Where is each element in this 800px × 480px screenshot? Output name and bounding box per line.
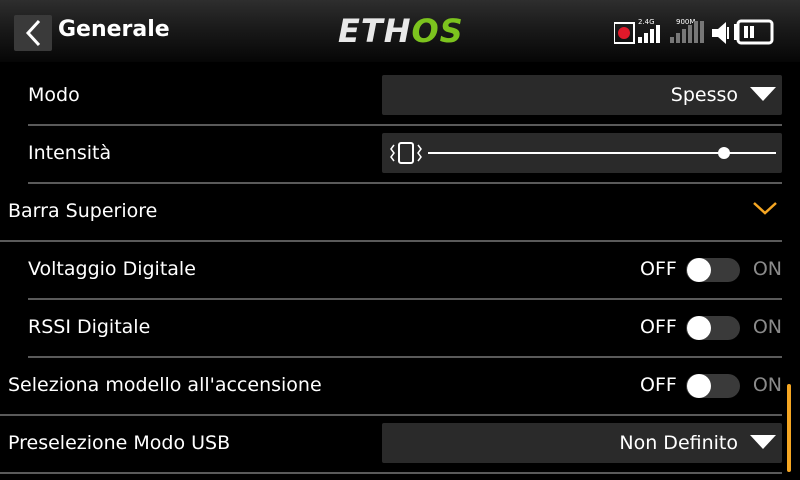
ethos-logo: ETHOS xyxy=(338,12,464,50)
rx2-label: 900M xyxy=(676,18,695,26)
chevron-left-icon xyxy=(25,19,41,47)
rx-label: 2.4G xyxy=(638,18,655,26)
toggle-on-label: ON xyxy=(752,258,782,280)
section-label: Barra Superiore xyxy=(8,200,158,222)
row-label: Voltaggio Digitale xyxy=(28,258,196,280)
top-bar: Generale ETHOS 2.4G 900M xyxy=(0,0,800,62)
slider-thumb[interactable] xyxy=(717,147,730,159)
row-label: Preselezione Modo USB xyxy=(8,432,231,454)
logo-text-accent: OS xyxy=(411,12,464,50)
caret-down-icon xyxy=(750,435,776,449)
row-intensita: Intensità xyxy=(28,126,782,184)
logo-text-main: ETH xyxy=(338,12,412,50)
signal-900m-icon: 900M xyxy=(670,18,704,43)
status-svg: 2.4G 900M xyxy=(613,18,774,45)
vibration-icon xyxy=(390,142,422,164)
row-label: RSSI Digitale xyxy=(28,316,151,338)
seleziona-modello-toggle[interactable]: OFF ON xyxy=(640,372,782,400)
toggle-track[interactable] xyxy=(686,316,740,340)
scrollbar[interactable] xyxy=(787,384,791,472)
battery-icon xyxy=(734,19,774,45)
volume-muted-icon xyxy=(712,22,729,44)
intensity-slider[interactable] xyxy=(382,133,782,173)
row-label: Modo xyxy=(28,84,80,106)
record-icon xyxy=(613,22,635,44)
caret-down-icon xyxy=(750,87,776,101)
row-voltaggio-digitale: Voltaggio Digitale OFF ON xyxy=(28,242,782,300)
row-modo: Modo Spesso xyxy=(28,68,782,126)
toggle-on-label: ON xyxy=(752,316,782,338)
dropdown-value: Spesso xyxy=(670,84,738,106)
toggle-off-label: OFF xyxy=(640,258,677,280)
row-seleziona-modello: Seleziona modello all'accensione OFF ON xyxy=(0,358,782,416)
modo-dropdown[interactable]: Spesso xyxy=(382,75,782,115)
page-title: Generale xyxy=(58,17,170,42)
usb-mode-dropdown[interactable]: Non Definito xyxy=(382,423,782,463)
rssi-toggle[interactable]: OFF ON xyxy=(640,314,782,342)
row-preselezione-usb: Preselezione Modo USB Non Definito xyxy=(0,416,782,474)
toggle-track[interactable] xyxy=(686,258,740,282)
row-rssi-digitale: RSSI Digitale OFF ON xyxy=(28,300,782,358)
toggle-knob xyxy=(687,374,711,398)
toggle-knob xyxy=(687,258,711,282)
section-barra-superiore[interactable]: Barra Superiore xyxy=(0,184,782,242)
signal-24g-icon: 2.4G xyxy=(638,18,660,43)
voltaggio-toggle[interactable]: OFF ON xyxy=(640,256,782,284)
row-label: Seleziona modello all'accensione xyxy=(8,374,322,396)
toggle-on-label: ON xyxy=(752,374,782,396)
back-button[interactable] xyxy=(14,15,52,51)
status-icons: 2.4G 900M xyxy=(613,17,786,47)
dropdown-value: Non Definito xyxy=(619,432,738,454)
toggle-track[interactable] xyxy=(686,374,740,398)
row-label: Intensità xyxy=(28,142,112,164)
chevron-down-icon[interactable] xyxy=(752,200,778,216)
toggle-off-label: OFF xyxy=(640,374,677,396)
toggle-off-label: OFF xyxy=(640,316,677,338)
toggle-knob xyxy=(687,316,711,340)
